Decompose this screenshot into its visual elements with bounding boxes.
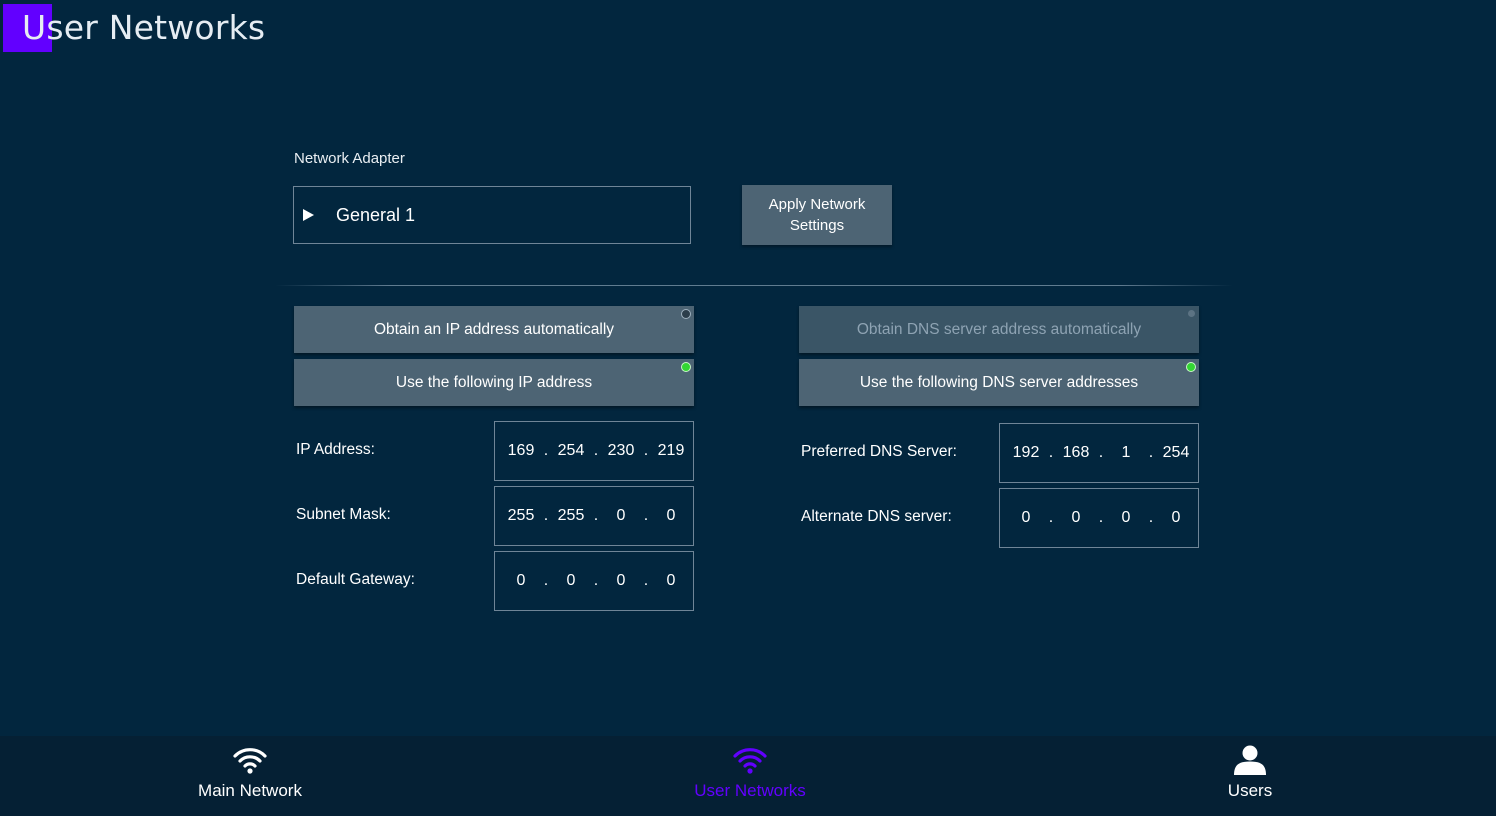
nav-users[interactable]: Users <box>1150 736 1350 816</box>
page-title: User Networks <box>22 8 266 47</box>
ip-octet: 0 <box>616 572 626 589</box>
nav-main-network-label: Main Network <box>198 781 302 800</box>
radio-indicator-disabled-icon <box>1188 310 1195 317</box>
nav-main-network[interactable]: Main Network <box>150 736 350 816</box>
use-following-ip-label: Use the following IP address <box>395 373 593 391</box>
ip-octet: 0 <box>616 507 626 524</box>
default-gateway-label: Default Gateway: <box>296 571 415 588</box>
preferred-dns-input[interactable]: 192. 168. 1. 254 <box>999 423 1199 483</box>
ip-octet: 192 <box>1012 444 1040 461</box>
ip-octet: 0 <box>666 572 676 589</box>
ip-octet: 0 <box>1071 509 1081 526</box>
wifi-icon <box>233 748 267 774</box>
network-adapter-dropdown[interactable]: General 1 <box>293 186 691 244</box>
use-following-dns-option[interactable]: Use the following DNS server addresses <box>799 359 1199 406</box>
nav-user-networks[interactable]: User Networks <box>650 736 850 816</box>
ip-octet: 0 <box>1021 509 1031 526</box>
nav-users-label: Users <box>1227 781 1273 800</box>
ip-octet: 219 <box>657 442 685 459</box>
user-networks-page: User Networks Network Adapter General 1 … <box>0 0 1496 816</box>
obtain-dns-automatically-option: Obtain DNS server address automatically <box>799 306 1199 353</box>
network-adapter-label: Network Adapter <box>294 150 405 167</box>
ip-octet: 254 <box>557 442 585 459</box>
ip-octet: 254 <box>1162 444 1190 461</box>
ip-octet: 0 <box>566 572 576 589</box>
subnet-mask-label: Subnet Mask: <box>296 506 391 523</box>
default-gateway-input[interactable]: 0. 0. 0. 0 <box>494 551 694 611</box>
radio-indicator-selected-icon <box>681 362 691 372</box>
ip-octet: 1 <box>1121 444 1131 461</box>
alternate-dns-label: Alternate DNS server: <box>801 508 952 525</box>
radio-indicator-icon <box>681 309 691 319</box>
radio-indicator-selected-icon <box>1186 362 1196 372</box>
ip-octet: 168 <box>1062 444 1090 461</box>
ip-address-input[interactable]: 169. 254. 230. 219 <box>494 421 694 481</box>
nav-user-networks-label: User Networks <box>694 781 806 800</box>
expand-arrow-icon <box>303 209 314 221</box>
network-adapter-value: General 1 <box>336 204 416 225</box>
obtain-dns-automatically-label: Obtain DNS server address automatically <box>856 320 1142 338</box>
use-following-ip-option[interactable]: Use the following IP address <box>294 359 694 406</box>
ip-octet: 230 <box>607 442 635 459</box>
preferred-dns-label: Preferred DNS Server: <box>801 443 957 460</box>
ip-octet: 0 <box>666 507 676 524</box>
obtain-ip-automatically-option[interactable]: Obtain an IP address automatically <box>294 306 694 353</box>
apply-network-settings-button[interactable]: Apply Network Settings <box>742 185 892 245</box>
section-divider <box>275 285 1233 286</box>
ip-octet: 255 <box>507 507 535 524</box>
alternate-dns-input[interactable]: 0. 0. 0. 0 <box>999 488 1199 548</box>
use-following-dns-label: Use the following DNS server addresses <box>859 373 1139 391</box>
ip-address-label: IP Address: <box>296 441 375 458</box>
ip-octet: 0 <box>1121 509 1131 526</box>
user-icon <box>1234 745 1266 775</box>
ip-octet: 255 <box>557 507 585 524</box>
ip-octet: 0 <box>516 572 526 589</box>
wifi-icon <box>733 748 767 774</box>
ip-octet: 0 <box>1171 509 1181 526</box>
subnet-mask-input[interactable]: 255. 255. 0. 0 <box>494 486 694 546</box>
ip-octet: 169 <box>507 442 535 459</box>
obtain-ip-automatically-label: Obtain an IP address automatically <box>373 320 615 338</box>
bottom-nav: Main Network User Networks Users <box>0 736 1496 816</box>
